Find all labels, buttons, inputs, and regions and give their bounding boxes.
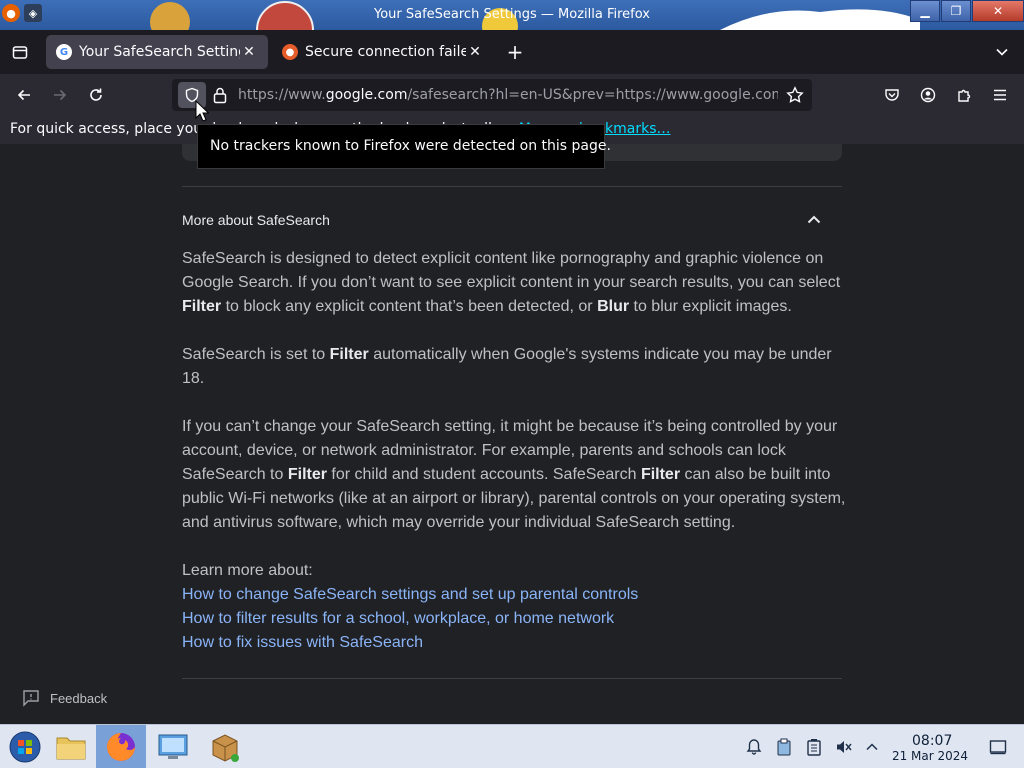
url-domain: google.com <box>325 87 408 103</box>
plus-icon: + <box>506 40 524 64</box>
volume-muted-icon[interactable] <box>834 737 854 757</box>
paragraph-intro: SafeSearch is designed to detect explici… <box>182 250 841 315</box>
bookmark-star-icon[interactable] <box>786 86 804 104</box>
account-button[interactable] <box>916 83 940 107</box>
start-button[interactable] <box>0 725 50 768</box>
new-tab-button[interactable]: + <box>503 40 527 64</box>
firefox-view-button[interactable] <box>8 40 32 64</box>
extensions-button[interactable] <box>952 83 976 107</box>
url-prefix: https://www. <box>238 87 326 103</box>
google-icon: G <box>56 44 72 60</box>
feedback-icon <box>23 690 39 707</box>
url-path: /safesearch?hl=en-US&prev=https://www.go… <box>407 87 778 103</box>
divider <box>182 186 842 187</box>
pocket-icon <box>885 89 899 101</box>
reload-button[interactable] <box>84 83 108 107</box>
firefox-icon: ● <box>282 44 298 60</box>
start-orb-icon <box>9 731 41 763</box>
clock-date: 21 Mar 2024 <box>891 749 969 763</box>
chevron-down-icon <box>996 48 1008 56</box>
clock-time: 08:07 <box>912 733 953 749</box>
link-fix-issues[interactable]: How to fix issues with SafeSearch <box>182 631 423 655</box>
pocket-button[interactable] <box>880 83 904 107</box>
window-titlebar: ● ◈ Your SafeSearch Settings — Mozilla F… <box>0 0 1024 30</box>
url-bar[interactable]: https://www.google.com/safesearch?hl=en-… <box>172 79 812 111</box>
file-manager-icon <box>56 737 86 760</box>
feedback-label: Feedback <box>50 690 108 706</box>
url-text[interactable]: https://www.google.com/safesearch?hl=en-… <box>238 87 778 103</box>
taskbar-file-manager[interactable] <box>46 725 96 768</box>
list-all-tabs-button[interactable] <box>990 40 1014 64</box>
reload-icon <box>90 88 102 101</box>
tray-expand-icon[interactable] <box>862 737 882 757</box>
forward-arrow-icon <box>54 89 67 101</box>
battery-icon[interactable] <box>804 737 824 757</box>
puzzle-icon <box>958 89 971 102</box>
clipboard-icon[interactable] <box>774 737 794 757</box>
firefox-icon <box>107 733 135 761</box>
tab-label: Secure connection failed <box>305 44 466 60</box>
control-panel-icon <box>158 734 188 759</box>
hamburger-icon <box>994 89 1006 101</box>
close-icon: ✕ <box>992 4 1004 18</box>
show-desktop-icon[interactable] <box>988 737 1008 757</box>
taskbar-firefox[interactable] <box>96 725 146 768</box>
tracker-tooltip: No trackers known to Firefox were detect… <box>197 124 611 169</box>
learn-more-label: Learn more about: <box>182 562 313 579</box>
paragraph-auto-filter: SafeSearch is set to Filter automaticall… <box>182 346 832 387</box>
page-content: More about SafeSearch SafeSearch is desi… <box>0 144 1024 724</box>
taskbar: 08:07 21 Mar 2024 <box>0 724 1024 768</box>
restore-icon: ❐ <box>950 4 962 18</box>
section-title: More about SafeSearch <box>182 212 330 228</box>
forward-button[interactable] <box>48 83 72 107</box>
notifications-icon[interactable] <box>744 737 764 757</box>
paragraph-admin-control: If you can’t change your SafeSearch sett… <box>182 418 846 531</box>
window-title: Your SafeSearch Settings — Mozilla Firef… <box>373 7 650 22</box>
tab-safesearch[interactable]: G Your SafeSearch Setting ✕ <box>46 35 268 69</box>
tab-close-icon[interactable]: ✕ <box>240 44 258 60</box>
mouse-cursor-icon <box>195 100 209 122</box>
back-arrow-icon <box>17 89 30 101</box>
package-installer-icon <box>212 734 239 762</box>
chevron-up-icon[interactable] <box>804 210 824 230</box>
taskbar-clock[interactable]: 08:07 21 Mar 2024 <box>892 733 968 763</box>
account-icon <box>920 87 936 103</box>
tab-label: Your SafeSearch Setting <box>79 44 240 60</box>
restore-button[interactable]: ❐ <box>941 0 971 22</box>
taskbar-package-installer[interactable] <box>200 725 250 768</box>
minimize-icon: ▁ <box>920 4 930 18</box>
app-menu-button[interactable] <box>988 83 1012 107</box>
minimize-button[interactable]: ▁ <box>910 0 940 22</box>
lock-icon[interactable] <box>212 86 228 104</box>
link-change-settings[interactable]: How to change SafeSearch settings and se… <box>182 583 638 607</box>
back-button[interactable] <box>12 83 36 107</box>
close-button[interactable]: ✕ <box>972 0 1024 22</box>
link-filter-network[interactable]: How to filter results for a school, work… <box>182 607 614 631</box>
feedback-button[interactable]: Feedback <box>22 689 107 707</box>
tab-secure-connection-failed[interactable]: ● Secure connection failed ✕ <box>272 35 494 69</box>
tab-strip: G Your SafeSearch Setting ✕ ● Secure con… <box>0 30 1024 74</box>
taskbar-control-panel[interactable] <box>148 725 198 768</box>
firefox-view-icon <box>12 46 28 59</box>
tab-close-icon[interactable]: ✕ <box>466 44 484 60</box>
divider <box>182 678 842 679</box>
navigation-toolbar: https://www.google.com/safesearch?hl=en-… <box>0 74 1024 116</box>
